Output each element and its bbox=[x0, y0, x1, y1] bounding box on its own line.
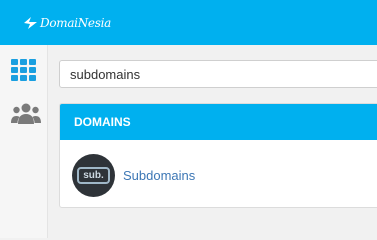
panel-title: DOMAINS bbox=[60, 104, 377, 140]
top-header-bar: DomaiNesia bbox=[0, 0, 377, 45]
subdomains-icon: sub. bbox=[72, 154, 115, 197]
subdomains-link[interactable]: sub. Subdomains bbox=[72, 154, 195, 197]
left-sidebar bbox=[0, 45, 48, 238]
apps-grid-icon[interactable] bbox=[11, 59, 37, 81]
search-input[interactable] bbox=[59, 60, 377, 88]
users-icon[interactable] bbox=[11, 103, 41, 125]
domains-panel: DOMAINS sub. Subdomains bbox=[59, 103, 377, 208]
subdomains-badge-text: sub. bbox=[77, 167, 110, 184]
logo-icon bbox=[24, 17, 37, 29]
brand-name: DomaiNesia bbox=[40, 16, 111, 30]
subdomains-label[interactable]: Subdomains bbox=[123, 168, 195, 183]
brand-logo[interactable]: DomaiNesia bbox=[22, 14, 111, 32]
